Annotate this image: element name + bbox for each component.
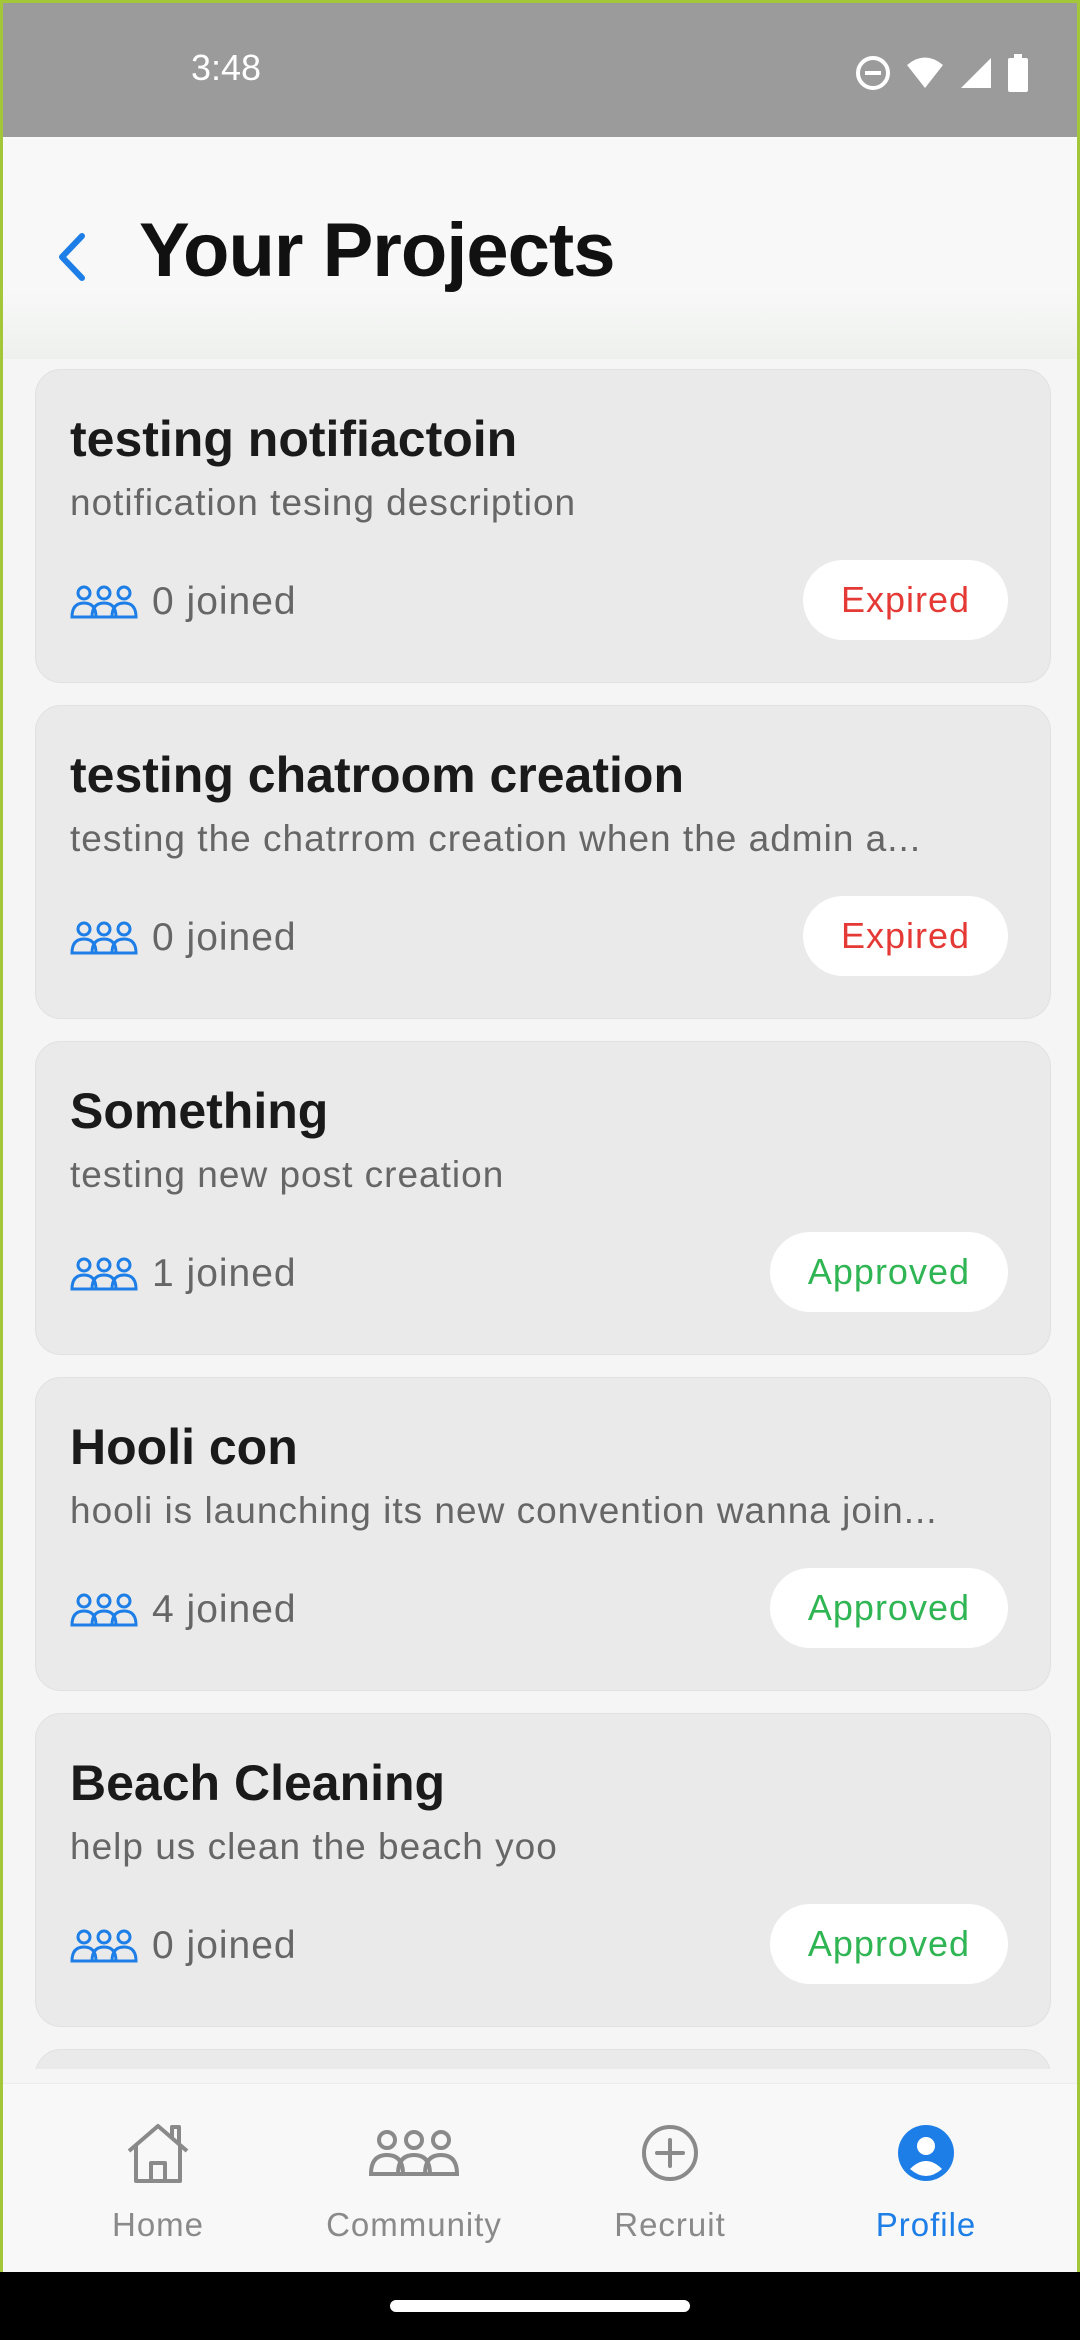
people-icon — [70, 921, 138, 955]
status-time: 3:48 — [191, 47, 262, 88]
project-card[interactable]: Something testing new post creation 1 jo… — [35, 1041, 1051, 1355]
battery-icon — [1008, 54, 1028, 92]
joined-count: 1 joined — [152, 1252, 297, 1295]
status-badge: Approved — [769, 1904, 1008, 1984]
project-card[interactable]: Hooli con hooli is launching its new con… — [35, 1377, 1051, 1691]
project-title: testing notifiactoin — [70, 411, 518, 467]
people-icon — [70, 1257, 138, 1291]
back-button[interactable] — [47, 217, 97, 297]
status-icons — [855, 51, 1029, 95]
project-description: testing the chatrrom creation when the a… — [70, 818, 922, 859]
gesture-navigation-bar — [0, 2272, 1080, 2340]
project-description: hooli is launching its new convention wa… — [70, 1490, 938, 1531]
page-title: Your Projects — [139, 208, 616, 293]
status-badge: Approved — [769, 1568, 1008, 1648]
add-circle-icon — [642, 2125, 698, 2181]
user-circle-icon — [898, 2125, 954, 2181]
nav-community[interactable]: Community — [289, 2108, 539, 2268]
status-badge: Approved — [769, 1232, 1008, 1312]
signal-icon — [961, 58, 991, 88]
project-list[interactable]: testing notifiactoin notification tesing… — [35, 369, 1051, 2069]
nav-recruit[interactable]: Recruit — [545, 2108, 795, 2268]
joined-count: 0 joined — [152, 1924, 297, 1967]
status-badge: Expired — [802, 896, 1008, 976]
wifi-icon — [907, 57, 943, 88]
project-title: testing chatroom creation — [70, 747, 684, 803]
people-icon — [70, 585, 138, 619]
chevron-left-icon — [59, 233, 85, 281]
app-frame: 3:48 Your Projects testing notifiactoin … — [0, 0, 1080, 2272]
people-icon — [70, 1929, 138, 1963]
nav-label: Community — [326, 2206, 502, 2243]
nav-home[interactable]: Home — [33, 2108, 283, 2268]
joined-info: 4 joined — [70, 1588, 297, 1632]
joined-count: 0 joined — [152, 580, 297, 623]
project-card[interactable]: testing chatroom creation testing the ch… — [35, 705, 1051, 1019]
project-description: help us clean the beach yoo — [70, 1826, 558, 1867]
project-description: testing new post creation — [70, 1154, 505, 1195]
home-handle[interactable] — [390, 2300, 690, 2312]
joined-info: 1 joined — [70, 1252, 297, 1296]
project-title: Beach Cleaning — [70, 1755, 446, 1811]
project-card-partial[interactable] — [35, 2049, 1051, 2069]
status-bar: 3:48 — [3, 3, 1077, 137]
home-icon — [127, 2124, 189, 2183]
project-card[interactable]: testing notifiactoin notification tesing… — [35, 369, 1051, 683]
joined-info: 0 joined — [70, 916, 297, 960]
joined-info: 0 joined — [70, 1924, 297, 1968]
nav-label: Home — [111, 2206, 205, 2243]
nav-label: Profile — [875, 2206, 977, 2243]
people-icon — [70, 1593, 138, 1627]
project-card[interactable]: Beach Cleaning help us clean the beach y… — [35, 1713, 1051, 2027]
header: Your Projects — [3, 137, 1077, 359]
people-icon — [368, 2130, 460, 2176]
joined-count: 4 joined — [152, 1588, 297, 1631]
project-title: Something — [70, 1083, 329, 1139]
nav-label: Recruit — [614, 2206, 726, 2243]
nav-profile[interactable]: Profile — [801, 2108, 1051, 2268]
do-not-disturb-icon — [856, 56, 890, 90]
status-badge: Expired — [802, 560, 1008, 640]
project-description: notification tesing description — [70, 482, 577, 523]
bottom-nav: Home Community Recruit Profile — [3, 2083, 1077, 2272]
joined-info: 0 joined — [70, 580, 297, 624]
joined-count: 0 joined — [152, 916, 297, 959]
project-title: Hooli con — [70, 1419, 298, 1475]
